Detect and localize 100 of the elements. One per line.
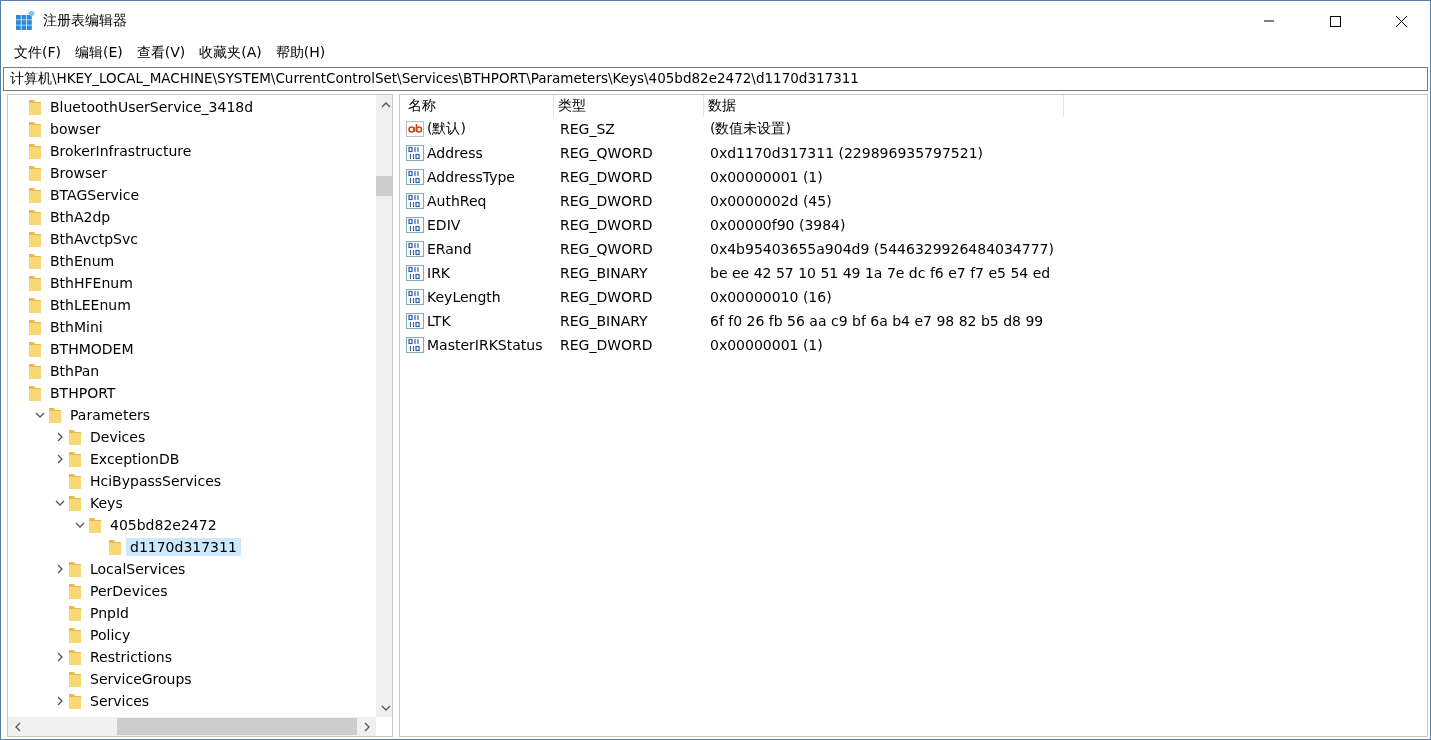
value-name: EDIV: [427, 217, 461, 233]
window-title: 注册表编辑器: [43, 12, 128, 30]
tree-item[interactable]: Parameters: [66, 406, 155, 424]
address-field[interactable]: 计算机\HKEY_LOCAL_MACHINE\SYSTEM\CurrentControlSet\Services\BTHPORT\Parameters\Keys\405bd82e2472\d1170d317311: [3, 67, 1428, 91]
binary-value-icon: [406, 169, 424, 185]
value-name: ERand: [427, 241, 472, 257]
value-data-cell-text: 0x00000f90 (3984): [709, 216, 847, 235]
menu-item[interactable]: 文件(F): [7, 44, 68, 62]
folder-icon: [28, 186, 42, 204]
value-data-cell-text: 6f f0 26 fb 56 aa c9 bf 6a b4 e7 98 82 b5 d8 99: [709, 312, 1045, 331]
tree-item[interactable]: Services: [86, 692, 154, 710]
tree-item[interactable]: BthA2dp: [46, 208, 115, 226]
tree-item[interactable]: PerDevices: [86, 582, 172, 600]
tree-item[interactable]: BthEnum: [46, 252, 119, 270]
column-header[interactable]: 类型: [554, 95, 704, 117]
folder-icon: [68, 560, 82, 578]
folder-icon: [68, 670, 82, 688]
value-data-cell-text: 0xd1170d317311 (229896935797521): [709, 144, 985, 163]
registry-editor-icon: [15, 11, 35, 31]
tree-item[interactable]: 405bd82e2472: [106, 516, 221, 534]
tree-item[interactable]: BTHMODEM: [46, 340, 138, 358]
folder-icon: [68, 604, 82, 622]
scrollbar-thumb[interactable]: [117, 718, 357, 735]
value-type-cell-text: REG_DWORD: [559, 288, 654, 307]
value-data-cell-text: 0x00000010 (16): [709, 288, 833, 307]
value-type-cell-text: REG_QWORD: [559, 144, 654, 163]
tree-item[interactable]: BrokerInfrastructure: [46, 142, 196, 160]
tree-item[interactable]: BluetoothUserService_3418d: [46, 98, 258, 116]
folder-icon: [28, 318, 42, 336]
value-type-cell-text: REG_SZ: [559, 120, 616, 139]
tree-item[interactable]: BthHFEnum: [46, 274, 137, 292]
binary-value-icon: [406, 337, 424, 353]
value-data-cell-text: 0x00000001 (1): [709, 168, 824, 187]
binary-value-icon: [406, 193, 424, 209]
folder-icon: [28, 208, 42, 226]
tree-item[interactable]: d1170d317311: [126, 538, 241, 556]
tree-item[interactable]: ServiceGroups: [86, 670, 196, 688]
string-value-icon: [406, 121, 424, 137]
folder-icon: [68, 626, 82, 644]
folder-icon: [68, 582, 82, 600]
tree-item[interactable]: BthLEEnum: [46, 296, 135, 314]
tree-item[interactable]: Policy: [86, 626, 135, 644]
close-icon: [1395, 15, 1407, 27]
tree-item[interactable]: BTHPORT: [46, 384, 120, 402]
tree-item[interactable]: HciBypassServices: [86, 472, 226, 490]
folder-icon: [88, 516, 102, 534]
folder-icon: [68, 428, 82, 446]
value-name: Address: [427, 145, 483, 161]
column-header[interactable]: 数据: [704, 95, 1064, 117]
tree-item[interactable]: Restrictions: [86, 648, 176, 666]
value-data-cell-text: 0x00000001 (1): [709, 336, 824, 355]
tree-item[interactable]: BTAGService: [46, 186, 143, 204]
menu-item[interactable]: 收藏夹(A): [192, 44, 269, 62]
binary-value-icon: [406, 241, 424, 257]
value-data-cell-text: be ee 42 57 10 51 49 1a 7e dc f6 e7 f7 e5 54 ed: [709, 264, 1052, 283]
tree-item[interactable]: BthAvctpSvc: [46, 230, 142, 248]
tree-item[interactable]: PnpId: [86, 604, 133, 622]
value-name: MasterIRKStatus: [427, 337, 543, 353]
value-data-cell-text: 0x0000002d (45): [709, 192, 833, 211]
value-type-cell-text: REG_BINARY: [559, 312, 649, 331]
binary-value-icon: [406, 217, 424, 233]
value-name: (默认): [427, 120, 466, 138]
folder-icon: [68, 494, 82, 512]
value-type-cell-text: REG_DWORD: [559, 192, 654, 211]
tree-item[interactable]: Devices: [86, 428, 150, 446]
folder-icon: [28, 142, 42, 160]
folder-icon: [28, 362, 42, 380]
folder-icon: [28, 296, 42, 314]
horizontal-scrollbar[interactable]: [8, 717, 376, 736]
folder-icon: [28, 384, 42, 402]
value-type-cell-text: REG_QWORD: [559, 240, 654, 259]
vertical-scrollbar[interactable]: [376, 95, 392, 717]
value-type-cell-text: REG_DWORD: [559, 168, 654, 187]
tree-item[interactable]: LocalServices: [86, 560, 190, 578]
column-header[interactable]: 名称: [404, 95, 554, 117]
maximize-icon: [1329, 15, 1341, 27]
value-name: KeyLength: [427, 289, 501, 305]
folder-icon: [28, 98, 42, 116]
menu-item[interactable]: 编辑(E): [68, 44, 130, 62]
scrollbar-thumb[interactable]: [376, 176, 392, 196]
binary-value-icon: [406, 289, 424, 305]
menu-item[interactable]: 查看(V): [129, 44, 193, 62]
menu-item[interactable]: 帮助(H): [268, 44, 333, 62]
folder-icon: [48, 406, 62, 424]
folder-icon: [28, 340, 42, 358]
value-name: AuthReq: [427, 193, 487, 209]
value-name: AddressType: [427, 169, 515, 185]
folder-icon: [68, 450, 82, 468]
value-type-cell-text: REG_DWORD: [559, 336, 654, 355]
value-data-cell-text: 0x4b95403655a904d9 (5446329926484034777): [709, 240, 1055, 259]
value-name: LTK: [427, 313, 451, 329]
tree-item[interactable]: BthMini: [46, 318, 107, 336]
tree-item[interactable]: ExceptionDB: [86, 450, 184, 468]
tree-item[interactable]: BthPan: [46, 362, 104, 380]
value-data-cell-text: (数值未设置): [709, 119, 792, 138]
folder-icon: [68, 472, 82, 490]
tree-item[interactable]: Browser: [46, 164, 111, 182]
tree-item[interactable]: Keys: [86, 494, 127, 512]
folder-icon: [68, 648, 82, 666]
tree-item[interactable]: bowser: [46, 120, 105, 138]
